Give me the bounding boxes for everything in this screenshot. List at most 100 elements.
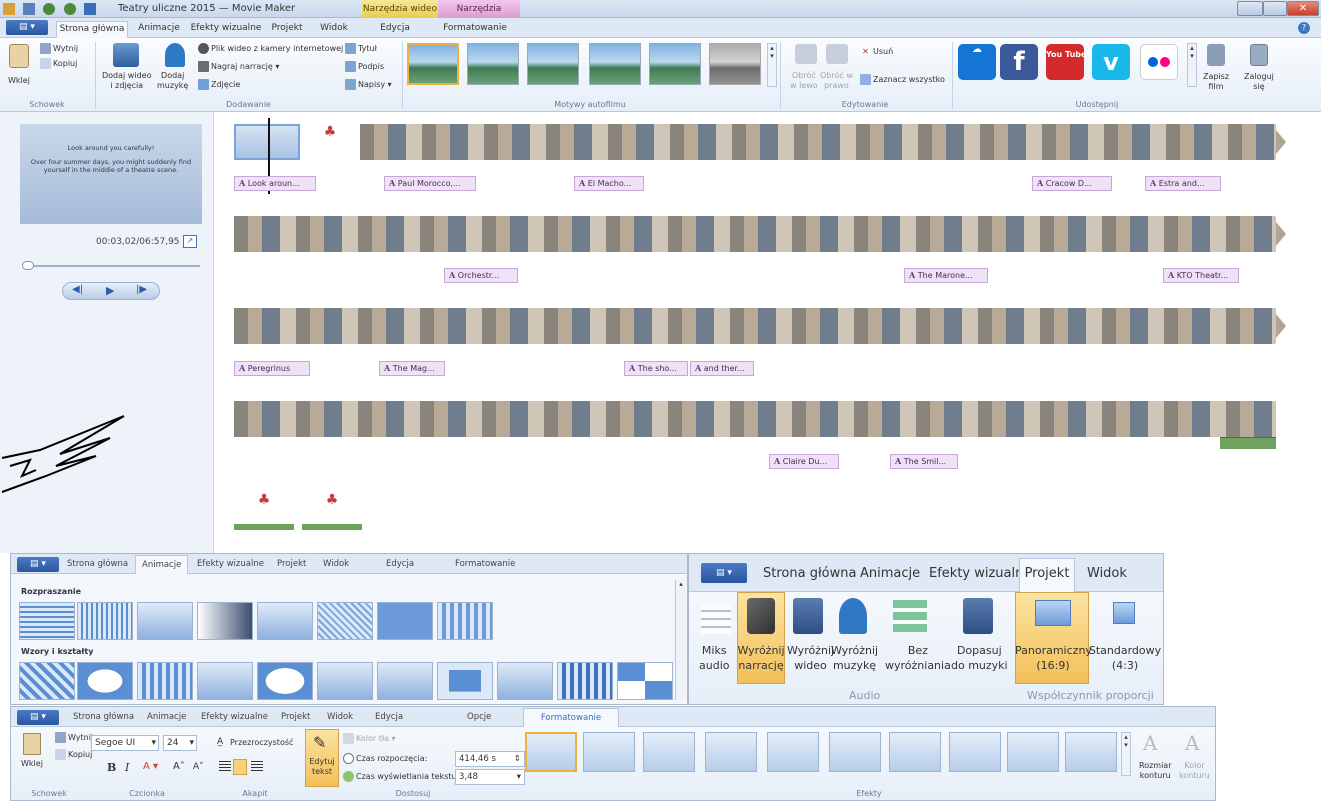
share-scroll[interactable]: ▴ ▾ [1187,43,1197,87]
standard-button[interactable]: Standardowy (4:3) [1087,643,1163,673]
transition-pattern-3[interactable] [137,662,193,700]
add-video-button[interactable]: Dodaj wideo i zdjęcia [102,71,151,91]
format-cut-button[interactable]: Wytnij [55,732,93,743]
format-tab-visual-effects[interactable]: Efekty wizualne [201,712,268,722]
webcam-video-button[interactable]: Plik wideo z kamery internetowej [198,43,343,54]
caption-kto-theatre[interactable]: A KTO Theatr... [1163,268,1239,283]
grow-font-button[interactable]: A˄ [173,761,185,772]
copy-button[interactable]: Kopiuj [40,58,77,69]
emphasize-music-button[interactable]: Wyróżnij muzykę [831,643,878,673]
transition-dissolve-6[interactable] [317,602,373,640]
text-effect-4[interactable] [705,732,757,772]
caption-cracow[interactable]: A Cracow D... [1032,176,1112,191]
tab-animations[interactable]: Animacje [134,21,184,38]
anim-tab-view[interactable]: Widok [323,559,349,569]
format-copy-button[interactable]: Kopiuj [55,749,92,760]
caption-claire[interactable]: A Claire Du... [769,454,839,469]
align-right-button[interactable] [251,761,263,773]
save-movie-icon[interactable] [1207,44,1225,66]
caption-estra[interactable]: A Estra and... [1145,176,1221,191]
rotate-right-button[interactable]: Obróć w prawo [820,71,853,91]
text-effect-1[interactable] [525,732,577,772]
tab-edit[interactable]: Edycja [370,21,420,38]
maximize-button[interactable] [1263,1,1287,16]
transition-dissolve-3[interactable] [137,602,193,640]
youtube-icon[interactable]: You Tube [1046,44,1086,80]
sign-in-icon[interactable] [1250,44,1268,66]
snapshot-button[interactable]: Zdjęcie [198,79,240,90]
transition-pattern-8[interactable] [437,662,493,700]
text-effect-8[interactable] [949,732,1001,772]
tab-view[interactable]: Widok [314,21,354,38]
tab-project[interactable]: Projekt [266,21,308,38]
shrink-font-button[interactable]: A˅ [193,762,204,772]
transition-pattern-2[interactable] [77,662,133,700]
autofilm-theme-2[interactable] [467,43,519,85]
caption-peregrinus[interactable]: A Peregrinus [234,361,310,376]
sign-in-button[interactable]: Zaloguj się [1244,72,1274,92]
rotate-left-icon[interactable] [795,44,817,64]
title-clip-thumbnail[interactable] [234,124,300,160]
music-icon[interactable] [83,3,96,15]
save-movie-button[interactable]: Zapisz film [1203,72,1229,92]
logo-clip-thumbnail-end-1[interactable]: ♣ [234,492,294,530]
project-tab-view[interactable]: Widok [1087,566,1127,581]
caption-the-smil[interactable]: A The Smil... [890,454,958,469]
anim-tab-visual-effects[interactable]: Efekty wizualne [197,559,264,569]
anim-tab-animations[interactable]: Animacje [135,555,189,574]
caption-button[interactable]: Podpis [345,61,384,72]
anim-tab-edit[interactable]: Edycja [386,559,414,569]
transition-dissolve-2[interactable] [77,602,133,640]
paste-icon[interactable] [9,44,29,68]
text-effect-10[interactable] [1065,732,1117,772]
transition-dissolve-8[interactable] [437,602,493,640]
caption-the-marone[interactable]: A The Marone... [904,268,988,283]
standard-icon[interactable] [1113,602,1135,624]
logo-clip-thumbnail[interactable]: ♣ [302,124,358,160]
transition-dissolve-5[interactable] [257,602,313,640]
close-button[interactable]: ✕ [1287,1,1319,16]
anim-file-menu-button[interactable]: ▤ ▾ [17,557,59,572]
video-track-2[interactable] [234,216,1276,252]
onedrive-icon[interactable]: ☁ [958,44,996,80]
record-narration-button[interactable]: Nagraj narrację ▾ [198,61,279,72]
music-track-4[interactable] [1220,437,1276,449]
format-tab-format[interactable]: Formatowanie [523,708,619,727]
format-paste-icon[interactable] [23,733,41,755]
fit-to-music-button[interactable]: Dopasuj do muzyki [951,643,1008,673]
anim-tab-home[interactable]: Strona główna [67,559,128,569]
vimeo-icon[interactable]: v [1092,44,1130,80]
caption-and-ther[interactable]: A and ther... [690,361,754,376]
add-music-icon[interactable] [165,43,185,67]
bold-button[interactable]: B [107,761,116,774]
font-color-button[interactable]: A ▾ [143,761,158,772]
credits-button[interactable]: Napisy ▾ [345,79,392,90]
project-tab-visual-effects[interactable]: Efekty wizualne [929,566,1031,581]
next-frame-icon[interactable]: |▶ [136,284,147,295]
autofilm-theme-5[interactable] [649,43,701,85]
caption-orchestra[interactable]: A Orchestr... [444,268,518,283]
project-tab-project[interactable]: Projekt [1019,558,1075,593]
font-size-select[interactable]: 24 ▾ [163,735,197,751]
text-effect-6[interactable] [829,732,881,772]
video-track-3[interactable] [234,308,1276,344]
autofilm-theme-4[interactable] [589,43,641,85]
minimize-button[interactable] [1237,1,1263,16]
emphasize-video-button[interactable]: Wyróżnij wideo [787,643,834,673]
background-color-button[interactable]: Kolor tła ▾ [343,733,396,744]
select-all-button[interactable]: Zaznacz wszystko [860,74,945,85]
align-center-button[interactable] [233,759,247,775]
transition-pattern-4[interactable] [197,662,253,700]
file-menu-button[interactable]: ▤ ▾ [6,20,48,35]
title-button[interactable]: Tytuł [345,43,377,54]
transition-dissolve-7[interactable] [377,602,433,640]
tab-home[interactable]: Strona główna [56,21,128,38]
tab-format[interactable]: Formatowanie [440,21,510,38]
themes-scroll[interactable]: ▴ ▾ [767,43,777,87]
fit-to-music-icon[interactable] [963,598,993,634]
caption-el-macho[interactable]: A El Macho... [574,176,644,191]
caption-paul-morocco[interactable]: A Paul Morocco,... [384,176,476,191]
caption-the-mag[interactable]: A The Mag... [379,361,445,376]
anim-tab-format[interactable]: Formatowanie [455,559,515,569]
fullscreen-icon[interactable]: ↗ [183,235,197,248]
